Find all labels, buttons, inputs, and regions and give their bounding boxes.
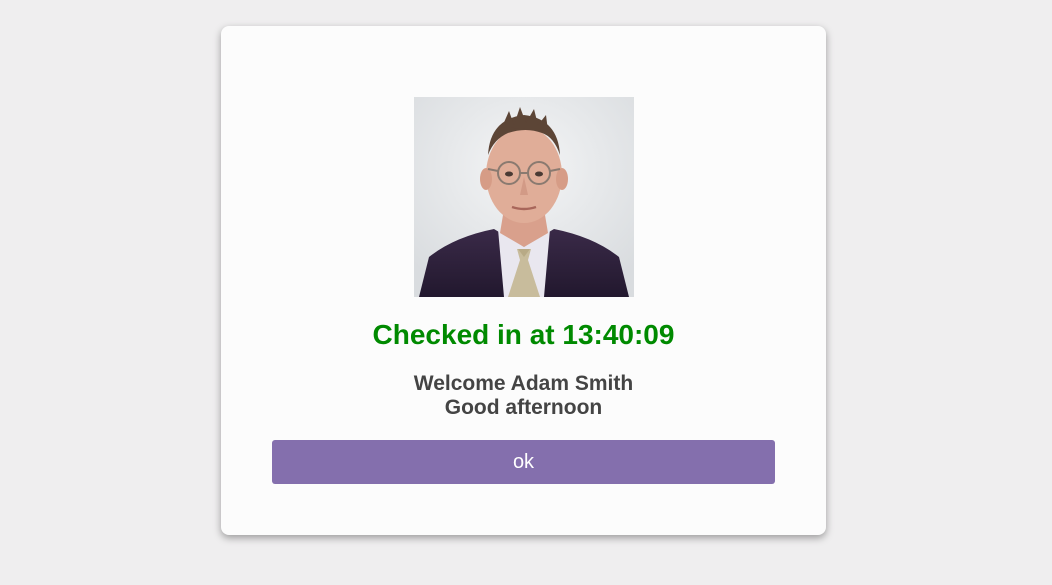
salutation-text: Good afternoon [444,396,603,419]
checkin-status-text: Checked in at 13:40:09 [372,319,675,350]
checkin-dialog: Checked in at 13:40:09 Welcome Adam Smit… [221,26,826,535]
greeting-block: Welcome Adam Smith Good afternoon [221,372,826,420]
welcome-text: Welcome Adam Smith [413,372,634,395]
ok-button[interactable]: ok [272,440,775,484]
user-photo [414,97,634,297]
